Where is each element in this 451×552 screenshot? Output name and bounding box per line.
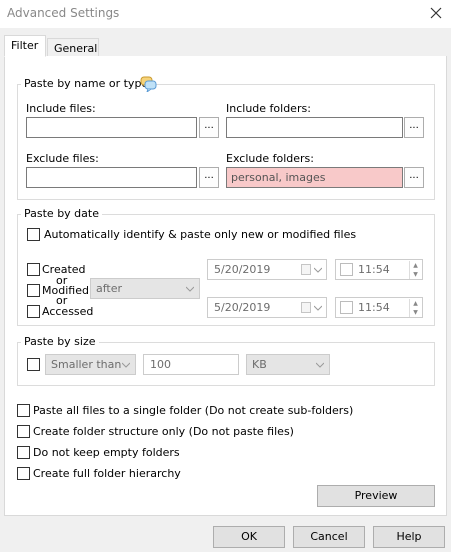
exclude-folders-label: Exclude folders: [226,152,314,165]
calendar-icon [301,264,311,275]
comments-icon [140,76,157,92]
preview-button[interactable]: Preview [317,485,435,507]
chevron-down-icon [122,362,130,368]
exclude-files-browse-button[interactable]: ... [199,167,219,188]
no-empty-folders-label: Do not keep empty folders [33,446,180,459]
cancel-button[interactable]: Cancel [293,526,365,548]
date-to-picker[interactable]: 5/20/2019 [207,297,327,318]
time-to-checkbox[interactable] [340,301,353,314]
exclude-files-input[interactable] [26,167,197,188]
time-to-spinner[interactable]: ▲ ▼ [409,299,421,317]
exclude-folders-browse-button[interactable]: ... [404,167,424,188]
single-folder-checkbox[interactable] [17,404,30,417]
size-unit-select[interactable]: KB [246,354,330,375]
size-comparison-select[interactable]: Smaller than [45,354,136,375]
include-folders-input[interactable] [226,117,403,138]
chevron-down-icon [314,305,322,311]
exclude-files-label: Exclude files: [26,152,99,165]
help-button[interactable]: Help [373,526,445,548]
close-icon[interactable] [427,4,445,22]
structure-only-checkbox[interactable] [17,425,30,438]
window-title: Advanced Settings [7,6,120,20]
tab-filter[interactable]: Filter [4,35,46,57]
time-from-checkbox[interactable] [340,263,353,276]
calendar-icon [301,302,311,313]
modified-checkbox[interactable] [27,284,40,297]
chevron-down-icon [316,362,324,368]
size-checkbox[interactable] [27,358,40,371]
created-checkbox[interactable] [27,263,40,276]
single-folder-label: Paste all files to a single folder (Do n… [33,404,354,417]
ok-button[interactable]: OK [213,526,285,548]
name-type-legend: Paste by name or type [21,77,152,90]
date-from-picker[interactable]: 5/20/2019 [207,259,327,280]
accessed-checkbox[interactable] [27,305,40,318]
chevron-down-icon [314,267,322,273]
date-legend: Paste by date [21,207,102,220]
size-legend: Paste by size [21,335,99,348]
accessed-label: Accessed [42,305,94,318]
full-hierarchy-checkbox[interactable] [17,467,30,480]
size-value-input[interactable]: 100 [143,354,239,375]
no-empty-folders-checkbox[interactable] [17,446,30,459]
include-files-label: Include files: [26,102,96,115]
auto-identify-label: Automatically identify & paste only new … [44,228,357,241]
time-from-spinner[interactable]: ▲ ▼ [409,261,421,279]
date-relation-select[interactable]: after [90,278,200,299]
full-hierarchy-label: Create full folder hierarchy [33,467,181,480]
time-from-picker[interactable]: 11:54 ▲ ▼ [335,259,423,280]
chevron-down-icon [186,286,194,292]
exclude-folders-input[interactable]: personal, images [226,167,403,188]
include-files-input[interactable] [26,117,197,138]
time-to-picker[interactable]: 11:54 ▲ ▼ [335,297,423,318]
include-folders-browse-button[interactable]: ... [404,117,424,138]
include-folders-label: Include folders: [226,102,311,115]
structure-only-label: Create folder structure only (Do not pas… [33,425,294,438]
auto-identify-checkbox[interactable] [27,228,40,241]
include-files-browse-button[interactable]: ... [199,117,219,138]
